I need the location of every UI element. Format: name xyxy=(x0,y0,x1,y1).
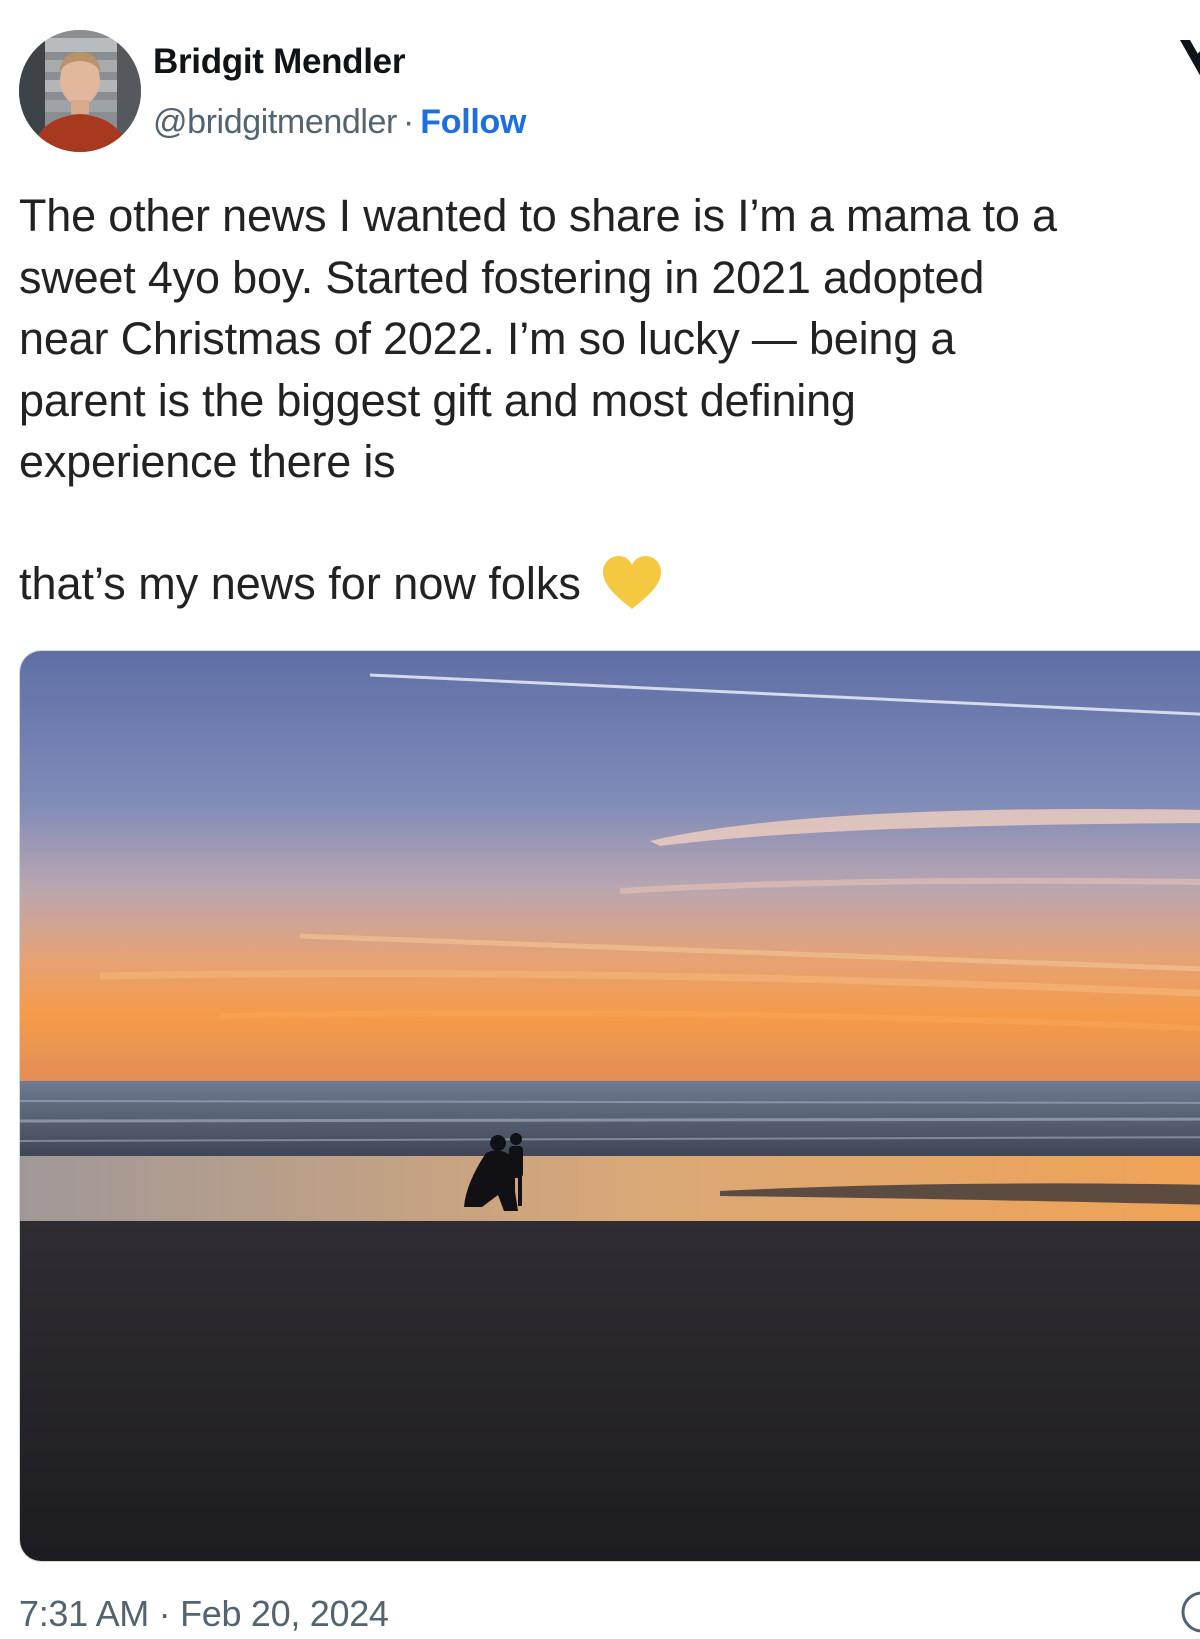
author-handle[interactable]: @bridgitmendler xyxy=(153,103,397,141)
beach-sunset-image xyxy=(20,651,1200,1561)
info-icon[interactable] xyxy=(1180,1590,1200,1634)
follow-button[interactable]: Follow xyxy=(420,103,526,141)
author-name[interactable]: Bridgit Mendler xyxy=(153,42,405,82)
tweet-photo[interactable] xyxy=(19,650,1200,1562)
author-meta: @bridgitmendler · Follow xyxy=(153,103,526,142)
yellow-heart-icon xyxy=(603,556,662,610)
avatar[interactable] xyxy=(19,30,141,152)
tweet-text: The other news I wanted to share is I’m … xyxy=(19,185,1200,493)
tweet-card: Bridgit Mendler @bridgitmendler · Follow T… xyxy=(0,0,1200,1639)
tweet-line: experience there is xyxy=(19,436,396,487)
tweet-line: parent is the biggest gift and most defi… xyxy=(19,374,856,426)
separator: · xyxy=(402,103,415,141)
second-paragraph-text: that’s my news for now folks xyxy=(19,558,581,609)
x-logo-icon[interactable] xyxy=(1176,34,1200,92)
tweet-timestamp[interactable]: 7:31 AM · Feb 20, 2024 xyxy=(19,1593,389,1635)
tweet-line: near Christmas of 2022. I’m so lucky — b… xyxy=(19,313,956,364)
tweet-second-paragraph: that’s my news for now folks xyxy=(19,553,663,615)
tweet-line: The other news I wanted to share is I’m … xyxy=(19,190,1057,241)
tweet-line: sweet 4yo boy. Started fostering in 2021… xyxy=(19,251,985,303)
